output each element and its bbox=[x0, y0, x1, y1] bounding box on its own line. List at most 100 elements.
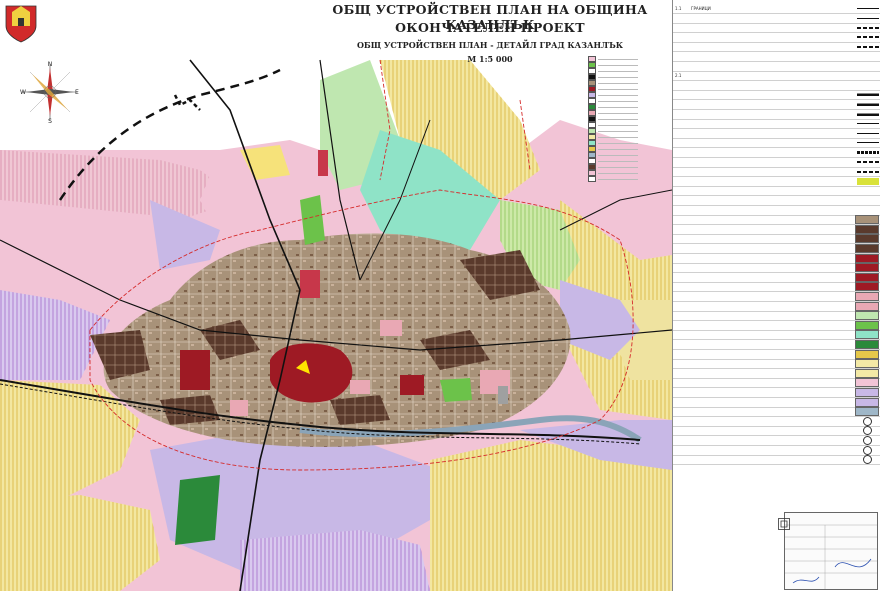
legend-symbol-icon bbox=[855, 368, 879, 378]
symbol-legend-text-placeholder bbox=[598, 178, 638, 180]
legend-row bbox=[673, 90, 880, 101]
map-detail-title: ОБЩ УСТРОЙСТВЕН ПЛАН - ДЕТАЙЛ ГРАД КАЗАН… bbox=[356, 40, 624, 50]
legend-row bbox=[673, 397, 880, 408]
legend-symbol-icon bbox=[855, 215, 879, 225]
approval-stamp bbox=[784, 512, 878, 590]
legend-row bbox=[673, 244, 880, 254]
legend-symbol-icon bbox=[857, 120, 879, 128]
symbol-legend-text-placeholder bbox=[598, 70, 638, 72]
symbol-legend-text-placeholder bbox=[598, 106, 638, 108]
legend-row bbox=[673, 148, 880, 158]
legend-symbol-icon bbox=[855, 253, 879, 263]
legend-row bbox=[673, 388, 880, 398]
legend-row bbox=[673, 224, 880, 235]
legend-row bbox=[673, 186, 880, 197]
legend-row bbox=[673, 263, 880, 274]
legend-row bbox=[673, 42, 880, 53]
symbol-legend-text-placeholder bbox=[598, 136, 638, 138]
legend-symbol-icon bbox=[855, 282, 879, 292]
symbol-legend bbox=[588, 56, 668, 182]
legend-row bbox=[673, 436, 880, 446]
legend-row bbox=[673, 177, 880, 187]
symbol-legend-text-placeholder bbox=[598, 82, 638, 84]
symbol-legend-text-placeholder bbox=[598, 160, 638, 162]
legend-row-label: ГРАНИЦИ bbox=[691, 6, 711, 11]
symbol-legend-text-placeholder bbox=[598, 154, 638, 156]
legend-row bbox=[673, 330, 880, 341]
legend-symbol-icon bbox=[855, 244, 879, 253]
legend-symbol-icon bbox=[855, 234, 879, 244]
legend-row bbox=[673, 282, 880, 293]
symbol-legend-row bbox=[588, 176, 668, 182]
legend-symbol-icon bbox=[855, 340, 879, 349]
symbol-legend-text-placeholder bbox=[598, 142, 638, 144]
legend-symbol-icon bbox=[857, 177, 879, 185]
legend-symbol-icon bbox=[857, 101, 879, 108]
legend-symbol-icon bbox=[855, 301, 879, 311]
legend-symbol-icon bbox=[857, 82, 879, 89]
legend-row bbox=[673, 407, 880, 418]
legend-symbol-icon bbox=[855, 292, 879, 301]
legend-row bbox=[673, 81, 880, 91]
legend-row bbox=[673, 23, 880, 34]
legend-symbol-icon bbox=[857, 207, 879, 214]
legend-row bbox=[673, 320, 880, 331]
legend-row bbox=[673, 292, 880, 302]
legend-row bbox=[673, 129, 880, 139]
legend-row bbox=[673, 455, 880, 466]
symbol-legend-text-placeholder bbox=[598, 166, 638, 168]
legend-symbol-icon bbox=[857, 151, 879, 154]
legend-row bbox=[673, 311, 880, 322]
legend-symbol-icon bbox=[857, 72, 879, 79]
legend-symbol-icon bbox=[857, 110, 879, 118]
legend-row bbox=[673, 301, 880, 312]
legend-row bbox=[673, 253, 880, 264]
legend-row bbox=[673, 206, 880, 216]
legend-row-number: 1.1 bbox=[675, 6, 682, 11]
legend-symbol-icon bbox=[857, 45, 879, 48]
legend-symbol-icon bbox=[857, 53, 879, 60]
map-subtitle: ОКОНЧАТЕЛЕН ПРОЕКТ bbox=[395, 20, 585, 35]
legend-row: 1.1 ГРАНИЦИ bbox=[673, 4, 880, 14]
map-area[interactable]: N W E S ОБЩ УСТРОЙСТВЕН ПЛАН НА ОБЩИНА К… bbox=[0, 0, 672, 591]
compass-north-label: N bbox=[48, 61, 53, 68]
legend-row bbox=[673, 378, 880, 389]
legend-row bbox=[673, 167, 880, 178]
symbol-legend-text-placeholder bbox=[598, 58, 638, 60]
legend-symbol-icon bbox=[855, 388, 879, 397]
symbol-legend-text-placeholder bbox=[598, 94, 638, 96]
legend-symbol-icon bbox=[855, 311, 879, 321]
legend-symbol-icon bbox=[857, 161, 879, 164]
legend-symbol-icon bbox=[855, 224, 879, 234]
symbol-legend-text-placeholder bbox=[598, 172, 638, 174]
legend-symbol-icon bbox=[857, 14, 879, 22]
company-logo-icon bbox=[778, 518, 790, 530]
legend-symbol-icon bbox=[855, 263, 879, 273]
legend-row bbox=[673, 340, 880, 350]
legend-row bbox=[673, 33, 880, 43]
legend-row: 2.1 bbox=[673, 71, 880, 82]
legend-symbol-icon bbox=[857, 5, 879, 12]
land-use-map[interactable] bbox=[0, 0, 672, 591]
symbol-legend-text-placeholder bbox=[598, 88, 638, 90]
symbol-legend-text-placeholder bbox=[598, 148, 638, 150]
legend-row bbox=[673, 445, 880, 456]
legend-symbol-icon bbox=[855, 320, 879, 330]
legend-row bbox=[673, 349, 880, 360]
legend-symbol-icon bbox=[863, 426, 872, 436]
legend-symbol-icon bbox=[857, 36, 879, 39]
legend-row bbox=[673, 14, 880, 24]
symbol-legend-text-placeholder bbox=[598, 64, 638, 66]
symbol-legend-text-placeholder bbox=[598, 130, 638, 132]
legend-symbol-icon bbox=[863, 445, 872, 455]
legend-symbol-icon bbox=[855, 330, 879, 340]
legend-symbol-icon bbox=[857, 187, 879, 194]
legend-symbol-icon bbox=[855, 272, 879, 282]
symbol-legend-text-placeholder bbox=[598, 100, 638, 102]
legend-row bbox=[673, 100, 880, 110]
legend-symbol-icon bbox=[857, 129, 879, 137]
legend-row bbox=[673, 272, 880, 283]
symbol-legend-icon bbox=[588, 176, 596, 182]
legend-symbol-icon bbox=[857, 26, 879, 29]
legend-row bbox=[673, 416, 880, 427]
